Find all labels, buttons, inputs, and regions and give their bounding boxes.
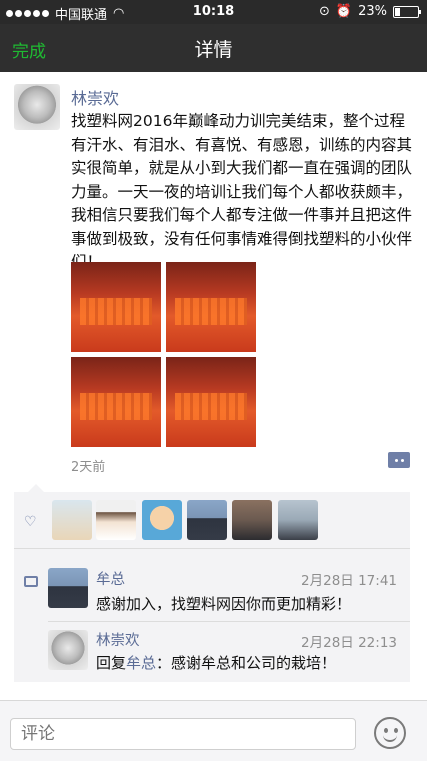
author-name[interactable]: 林崇欢 — [71, 85, 119, 109]
post-text: 找塑料网2016年巅峰动力训完美结束，整个过程有汗水、有泪水、有喜悦、有感恩，训… — [71, 112, 413, 271]
like-avatar[interactable] — [96, 500, 136, 540]
like-avatar[interactable] — [232, 500, 272, 540]
commenter-avatar[interactable] — [48, 630, 88, 670]
status-bar: 中国联通 ◠ 10:18 ⊙ ⏰ 23% — [0, 0, 427, 24]
divider — [14, 548, 410, 549]
heart-icon: ♡ — [24, 514, 37, 530]
commenter-avatar[interactable] — [48, 568, 88, 608]
alarm-icon: ⏰ — [335, 4, 353, 19]
author-avatar[interactable] — [14, 84, 60, 130]
post-photo[interactable] — [166, 262, 256, 352]
like-avatar[interactable] — [142, 500, 182, 540]
like-avatar[interactable] — [187, 500, 227, 540]
post-photo[interactable] — [71, 357, 161, 447]
post-photo[interactable] — [71, 262, 161, 352]
reply-to-name[interactable]: 牟总 — [126, 654, 156, 672]
reply-body: ：感谢牟总和公司的栽培！ — [156, 654, 337, 672]
post-photo[interactable] — [166, 357, 256, 447]
comment-action-icon[interactable] — [388, 452, 410, 468]
comment-input[interactable] — [10, 718, 356, 750]
post-time: 2天前 — [71, 460, 106, 475]
page-title: 详情 — [194, 39, 233, 61]
commenter-name[interactable]: 林崇欢 — [96, 629, 140, 650]
battery-percent: 23% — [358, 4, 387, 19]
battery-fill — [395, 7, 400, 16]
post-detail: 林崇欢 找塑料网2016年巅峰动力训完美结束，整个过程有汗水、有泪水、有喜悦、有… — [0, 72, 427, 700]
comment-bar — [0, 700, 427, 761]
reply-prefix: 回复 — [96, 654, 127, 672]
divider — [48, 621, 410, 622]
comment-icon — [24, 576, 38, 587]
interaction-panel: ♡ 牟总 2月28日 17:41 感谢加入，找塑料网因你而更加精彩！ 林崇欢 2… — [14, 484, 410, 682]
like-avatar[interactable] — [52, 500, 92, 540]
like-avatar[interactable] — [278, 500, 318, 540]
commenter-name[interactable]: 牟总 — [96, 568, 125, 589]
battery-icon — [393, 5, 421, 18]
status-right: ⊙ ⏰ 23% — [319, 4, 421, 19]
comment-time: 2月28日 17:41 — [301, 573, 397, 589]
comment-text: 回复牟总：感谢牟总和公司的栽培！ — [96, 652, 336, 673]
nav-bar: 完成 详情 — [0, 24, 427, 72]
emoji-icon[interactable] — [374, 717, 406, 749]
comment-text: 感谢加入，找塑料网因你而更加精彩！ — [96, 595, 352, 613]
rotation-lock-icon: ⊙ — [319, 4, 330, 19]
comment-time: 2月28日 22:13 — [301, 635, 397, 651]
